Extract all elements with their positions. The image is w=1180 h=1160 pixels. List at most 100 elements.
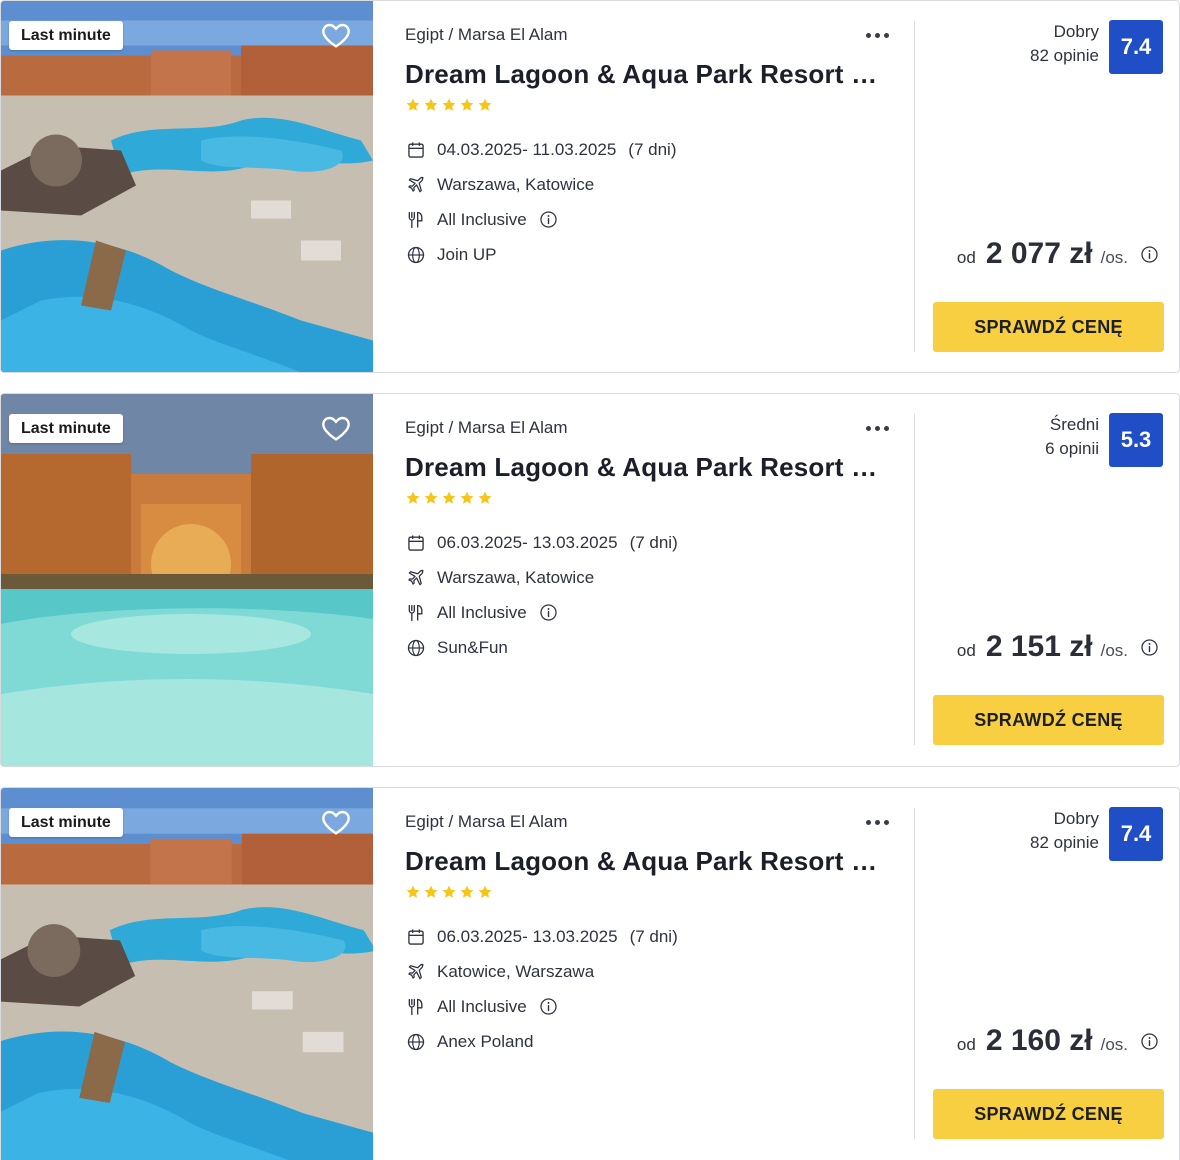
travel-dates: 04.03.2025- 11.03.2025	[437, 139, 617, 159]
rating-count: 82 opinie	[1029, 46, 1099, 65]
last-minute-badge: Last minute	[9, 808, 123, 837]
dot-icon	[883, 819, 889, 825]
operator-row: Sun&Fun	[405, 630, 678, 665]
departure-cities: Warszawa, Katowice	[437, 567, 595, 587]
rating[interactable]: Dobry 82 opinie 7.4	[1030, 807, 1163, 861]
plane-icon	[405, 567, 427, 589]
star-icon	[405, 97, 421, 113]
price-amount: 2 151 zł	[985, 630, 1093, 663]
heart-icon	[319, 412, 353, 444]
price-info-icon[interactable]	[1140, 638, 1159, 657]
departure-row: Warszawa, Katowice	[405, 167, 676, 202]
operator-row: Anex Poland	[405, 1024, 678, 1059]
price-suffix: /os.	[1100, 641, 1128, 660]
rating-score: 5.3	[1109, 413, 1163, 467]
dot-icon	[865, 32, 871, 38]
offer-card[interactable]: Last minute Egipt / Marsa El Alam Dream …	[0, 393, 1180, 767]
star-icon	[423, 884, 439, 900]
globe-icon	[405, 637, 427, 659]
hotel-name[interactable]: Dream Lagoon & Aqua Park Resort (ex. Dre…	[405, 452, 885, 483]
dot-icon	[865, 819, 871, 825]
heart-icon	[319, 806, 353, 838]
info-icon[interactable]	[539, 997, 558, 1016]
hotel-photo[interactable]: Last minute	[1, 1, 373, 372]
last-minute-badge: Last minute	[9, 414, 123, 443]
departure-row: Katowice, Warszawa	[405, 954, 678, 989]
hotel-photo[interactable]: Last minute	[1, 788, 373, 1160]
check-price-button[interactable]: SPRAWDŹ CENĘ	[933, 695, 1164, 745]
board-type: All Inclusive	[437, 602, 527, 622]
globe-icon	[405, 1031, 427, 1053]
plane-icon	[405, 174, 427, 196]
favorite-button[interactable]	[319, 412, 353, 444]
cutlery-icon	[405, 602, 427, 624]
hotel-name[interactable]: Dream Lagoon & Aqua Park Resort (ex. Dre…	[405, 846, 885, 877]
check-price-button[interactable]: SPRAWDŹ CENĘ	[933, 302, 1164, 352]
more-options-button[interactable]	[861, 23, 893, 47]
info-icon[interactable]	[539, 210, 558, 229]
hotel-name[interactable]: Dream Lagoon & Aqua Park Resort (ex. Dre…	[405, 59, 885, 90]
price-suffix: /os.	[1100, 248, 1128, 267]
favorite-button[interactable]	[319, 806, 353, 838]
star-icon	[441, 490, 457, 506]
price-prefix: od	[956, 641, 976, 660]
offer-card[interactable]: Last minute Egipt / Marsa El Alam Dream …	[0, 0, 1180, 373]
info-icon[interactable]	[539, 603, 558, 622]
star-icon	[441, 97, 457, 113]
rating-label: Dobry	[1053, 22, 1099, 41]
rating-score: 7.4	[1109, 20, 1163, 74]
board-row: All Inclusive	[405, 202, 676, 237]
star-icon	[459, 97, 475, 113]
cutlery-icon	[405, 209, 427, 231]
check-price-button[interactable]: SPRAWDŹ CENĘ	[933, 1089, 1164, 1139]
star-icon	[477, 490, 493, 506]
offer-list: Last minute Egipt / Marsa El Alam Dream …	[0, 0, 1180, 1160]
price-info-icon[interactable]	[1140, 245, 1159, 264]
dates-row: 06.03.2025- 13.03.2025 (7 dni)	[405, 525, 678, 560]
duration: (7 dni)	[629, 532, 678, 552]
price: od 2 151 zł /os.	[957, 630, 1159, 664]
star-icon	[423, 97, 439, 113]
dot-icon	[874, 425, 880, 431]
dot-icon	[874, 32, 880, 38]
rating[interactable]: Średni 6 opinii 5.3	[1045, 413, 1163, 467]
plane-icon	[405, 961, 427, 983]
travel-dates: 06.03.2025- 13.03.2025	[437, 532, 618, 552]
offer-location[interactable]: Egipt / Marsa El Alam	[405, 812, 568, 832]
travel-dates: 06.03.2025- 13.03.2025	[437, 926, 618, 946]
calendar-icon	[405, 139, 427, 161]
star-icon	[459, 884, 475, 900]
board-type: All Inclusive	[437, 209, 527, 229]
dot-icon	[865, 425, 871, 431]
hotel-photo[interactable]: Last minute	[1, 394, 373, 766]
rating-label: Średni	[1049, 415, 1099, 434]
more-options-button[interactable]	[861, 810, 893, 834]
departure-cities: Warszawa, Katowice	[437, 174, 595, 194]
price-amount: 2 077 zł	[985, 237, 1093, 270]
star-icon	[477, 97, 493, 113]
rating[interactable]: Dobry 82 opinie 7.4	[1030, 20, 1163, 74]
tour-operator: Join UP	[437, 244, 497, 264]
offer-card[interactable]: Last minute Egipt / Marsa El Alam Dream …	[0, 787, 1180, 1160]
favorite-button[interactable]	[319, 19, 353, 51]
dot-icon	[883, 425, 889, 431]
star-icon	[477, 884, 493, 900]
divider	[914, 21, 915, 352]
operator-row: Join UP	[405, 237, 676, 272]
rating-count: 6 opinii	[1045, 439, 1099, 458]
star-icon	[423, 490, 439, 506]
star-icon	[459, 490, 475, 506]
price-info-icon[interactable]	[1140, 1032, 1159, 1051]
duration: (7 dni)	[628, 139, 677, 159]
calendar-icon	[405, 926, 427, 948]
more-options-button[interactable]	[861, 416, 893, 440]
calendar-icon	[405, 532, 427, 554]
offer-location[interactable]: Egipt / Marsa El Alam	[405, 25, 568, 45]
price-prefix: od	[956, 1035, 976, 1054]
hotel-stars	[405, 97, 493, 113]
offer-location[interactable]: Egipt / Marsa El Alam	[405, 418, 568, 438]
price: od 2 160 zł /os.	[957, 1024, 1159, 1058]
dates-row: 04.03.2025- 11.03.2025 (7 dni)	[405, 132, 676, 167]
dot-icon	[883, 32, 889, 38]
rating-score: 7.4	[1109, 807, 1163, 861]
